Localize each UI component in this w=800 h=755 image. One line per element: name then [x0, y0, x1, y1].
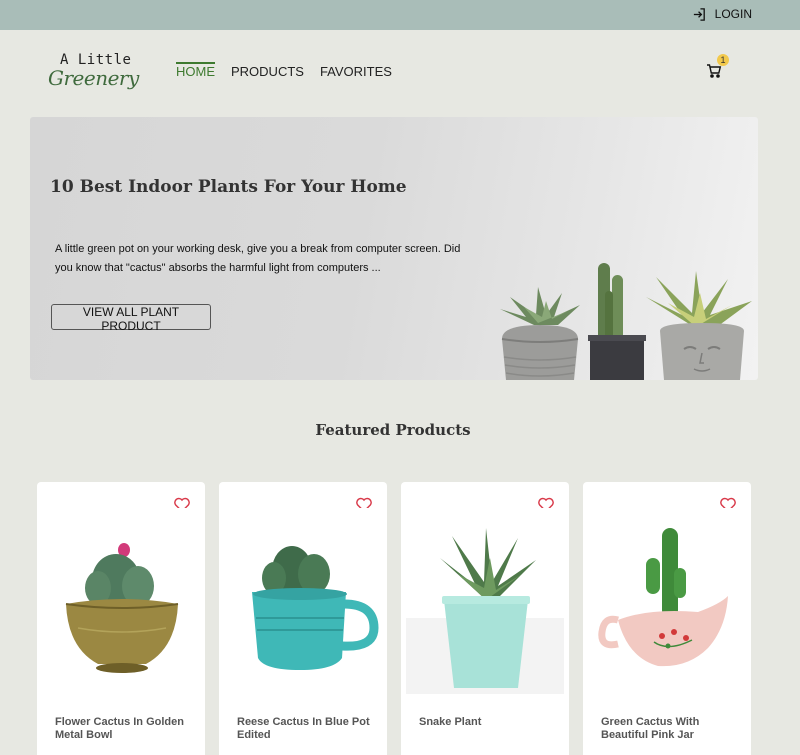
main-nav: HOME PRODUCTS FAVORITES: [176, 62, 392, 79]
product-image: [224, 508, 382, 694]
top-bar: LOGIN: [0, 0, 800, 30]
product-image: [42, 508, 200, 694]
product-name[interactable]: Reese Cactus In Blue Pot Edited: [237, 716, 372, 742]
hero-plants-image: [500, 263, 752, 380]
product-name[interactable]: Green Cactus With Beautiful Pink Jar: [601, 716, 736, 742]
succulent-pot: [500, 287, 580, 380]
view-all-products-button[interactable]: VIEW ALL PLANT PRODUCT: [51, 304, 211, 333]
nav-home[interactable]: HOME: [176, 62, 215, 79]
product-card[interactable]: Green Cactus With Beautiful Pink Jar: [583, 482, 751, 755]
site-logo[interactable]: A Little Greenery: [46, 50, 150, 98]
tall-cactus-pot: [588, 263, 646, 380]
login-icon: [693, 7, 705, 21]
logo-line-2: Greenery: [48, 66, 139, 90]
hero-title: 10 Best Indoor Plants For Your Home: [50, 177, 407, 197]
cart-count-badge: 1: [717, 54, 729, 66]
cart-button[interactable]: 1: [706, 54, 730, 80]
product-image: [406, 508, 564, 694]
hero-banner: 10 Best Indoor Plants For Your Home A li…: [30, 117, 758, 380]
login-button[interactable]: LOGIN: [692, 4, 752, 24]
product-card[interactable]: Reese Cactus In Blue Pot Edited: [219, 482, 387, 755]
product-image: [588, 508, 746, 694]
nav-favorites[interactable]: FAVORITES: [320, 62, 392, 79]
hero-description: A little green pot on your working desk,…: [55, 243, 461, 274]
login-label: LOGIN: [714, 7, 752, 21]
product-card[interactable]: Flower Cactus In Golden Metal Bowl: [37, 482, 205, 755]
nav-products[interactable]: PRODUCTS: [231, 62, 304, 79]
product-card[interactable]: Snake Plant: [401, 482, 569, 755]
featured-heading: Featured Products: [315, 421, 471, 439]
product-name[interactable]: Flower Cactus In Golden Metal Bowl: [55, 716, 190, 742]
buddha-pot: [646, 271, 752, 380]
product-name[interactable]: Snake Plant: [419, 716, 554, 729]
